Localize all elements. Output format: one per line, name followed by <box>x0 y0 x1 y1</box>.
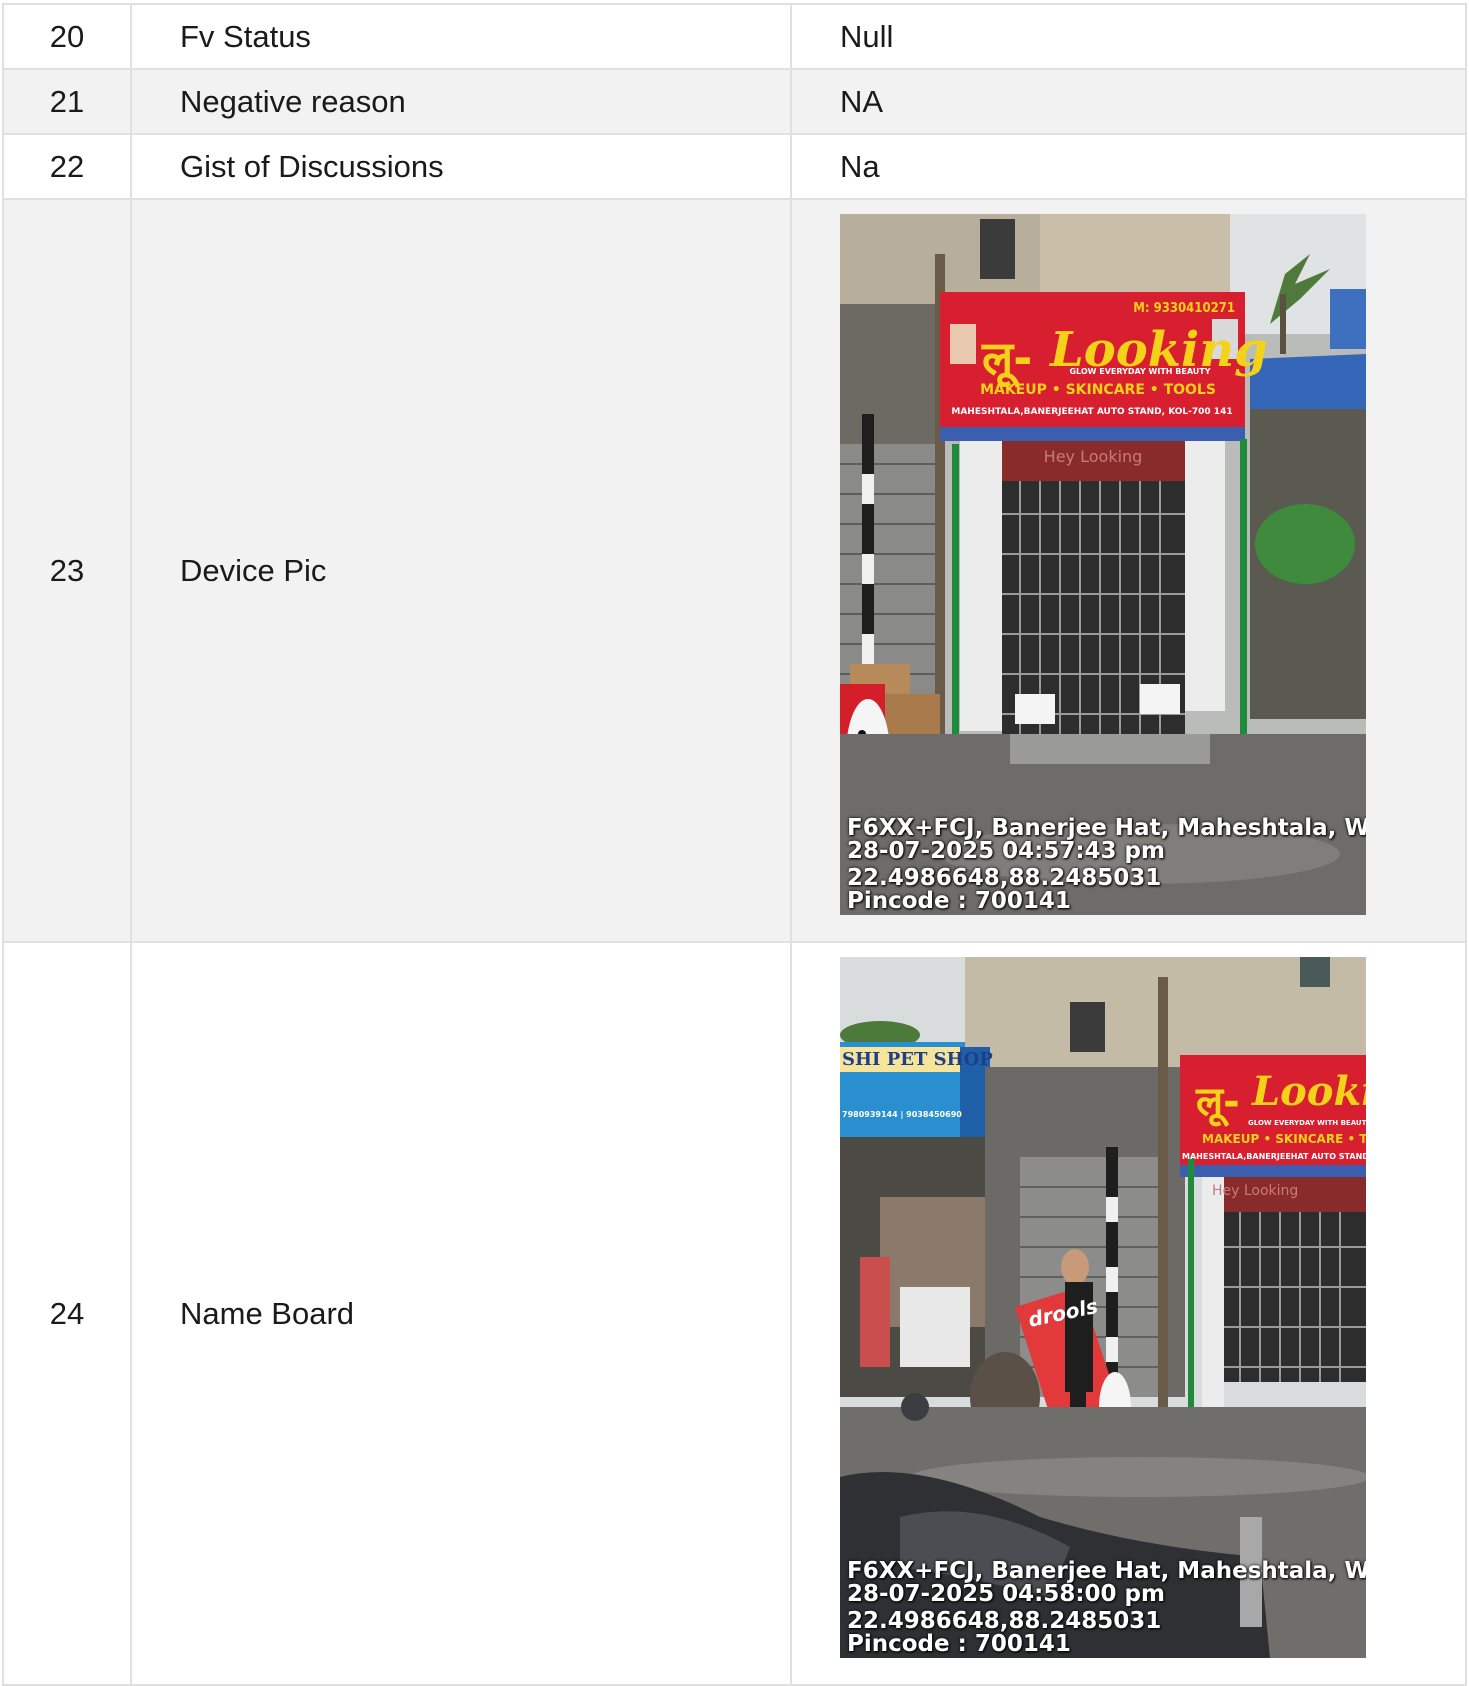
stamp-coords: 22.4986648,88.2485031 <box>847 1608 1162 1634</box>
name-board-photo[interactable]: drools लू- Lookin GLOW EVERYDAY WITH BEA… <box>840 957 1366 1658</box>
report-table: 20 Fv Status Null 21 Negative reason NA … <box>2 3 1467 1686</box>
sign-address: MAHESHTALA,BANERJEEHAT AUTO STAND, K <box>1182 1152 1366 1161</box>
sign-address: MAHESHTALA,BANERJEEHAT AUTO STAND, KOL-7… <box>951 407 1232 417</box>
geo-stamp: F6XX+FCJ, Banerjee Hat, Maheshtala, West… <box>847 1560 1366 1656</box>
table-row: 20 Fv Status Null <box>2 3 1467 70</box>
sign-hindi-prefix: लू- <box>1195 1079 1240 1127</box>
table-row: 23 Device Pic M: 9330410271 लू- Looking … <box>2 198 1467 943</box>
sign-brand: Lookin <box>1251 1068 1366 1115</box>
sign-phone: M: 9330410271 <box>1133 301 1235 316</box>
row-number: 24 <box>2 941 132 1686</box>
stamp-pincode: Pincode : 700141 <box>847 888 1071 914</box>
device-photo[interactable]: M: 9330410271 लू- Looking GLOW EVERYDAY … <box>840 214 1366 915</box>
row-number: 23 <box>2 198 132 943</box>
table-row: 24 Name Board drools लू- Look GLOW EVERY… <box>2 941 1467 1686</box>
row-label: Device Pic <box>130 198 792 943</box>
row-number: 20 <box>2 3 132 70</box>
row-label: Fv Status <box>130 3 792 70</box>
sign-tagline: GLOW EVERYDAY WITH BEAUTY <box>1069 367 1210 376</box>
sign-hindi-prefix: लू- <box>981 331 1032 388</box>
table-row: 22 Gist of Discussions Na <box>2 133 1467 200</box>
stamp-pincode: Pincode : 700141 <box>847 1631 1071 1657</box>
stamp-location: F6XX+FCJ, Banerjee Hat, Maheshtala, West… <box>847 1558 1366 1584</box>
stamp-datetime: 28-07-2025 04:57:43 pm <box>847 838 1165 864</box>
name-board-photo-scene: drools लू- Lookin GLOW EVERYDAY WITH BEA… <box>840 957 1366 1658</box>
row-value: NA <box>790 68 1467 135</box>
row-number: 22 <box>2 133 132 200</box>
row-label: Negative reason <box>130 68 792 135</box>
stamp-location: F6XX+FCJ, Banerjee Hat, Maheshtala, West… <box>847 815 1366 841</box>
row-label: Gist of Discussions <box>130 133 792 200</box>
table-row: 21 Negative reason NA <box>2 68 1467 135</box>
row-value: Na <box>790 133 1467 200</box>
geo-stamp: F6XX+FCJ, Banerjee Hat, Maheshtala, West… <box>847 817 1366 913</box>
row-number: 21 <box>2 68 132 135</box>
row-value: Null <box>790 3 1467 70</box>
pet-shop-phone: 7980939144 | 9038450690 <box>842 1110 962 1119</box>
sign-tagline: GLOW EVERYDAY WITH BEAUTY <box>1248 1119 1366 1127</box>
stamp-coords: 22.4986648,88.2485031 <box>847 865 1162 891</box>
row-value: drools लू- Lookin GLOW EVERYDAY WITH BEA… <box>790 941 1467 1686</box>
awning-text: Hey Looking <box>1044 447 1143 466</box>
stamp-datetime: 28-07-2025 04:58:00 pm <box>847 1581 1165 1607</box>
sign-services: MAKEUP • SKINCARE • TOOLS <box>980 382 1216 398</box>
row-value: M: 9330410271 लू- Looking GLOW EVERYDAY … <box>790 198 1467 943</box>
awning-text: Hey Looking <box>1212 1183 1298 1199</box>
row-label: Name Board <box>130 941 792 1686</box>
sign-services: MAKEUP • SKINCARE • TOO <box>1202 1132 1366 1146</box>
device-photo-scene: M: 9330410271 लू- Looking GLOW EVERYDAY … <box>840 214 1366 915</box>
pet-shop-sign: SHI PET SHOP <box>842 1049 993 1070</box>
